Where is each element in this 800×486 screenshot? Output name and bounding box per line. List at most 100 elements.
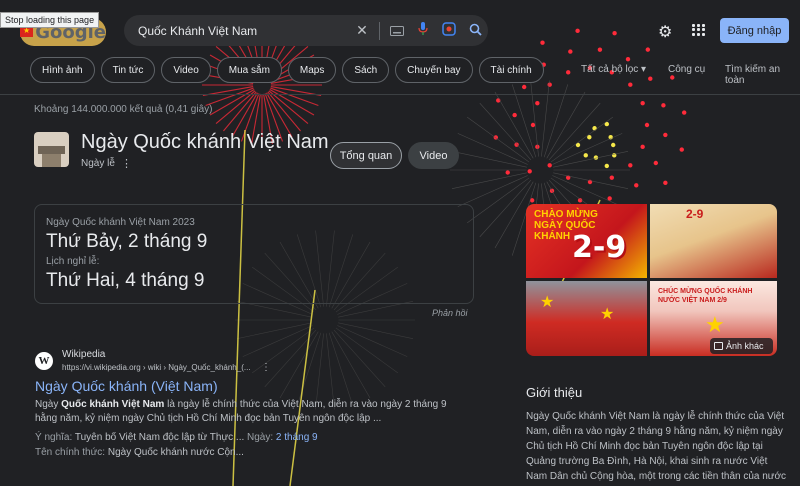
firework-spark [628,82,633,87]
search-box[interactable]: Quốc Khánh Việt Nam ✕ [124,15,488,46]
search-filter-chips: Hình ảnh Tin tức Video Mua sắm Maps Sách… [30,57,544,83]
firework-spark [521,84,527,90]
result-title-link[interactable]: Ngày Quốc khánh (Việt Nam) [35,378,218,394]
firework-spark [644,122,650,128]
firework-ray [552,133,623,165]
safe-search-button[interactable]: Tìm kiếm an toàn [725,64,800,86]
search-icon[interactable] [462,23,488,39]
holiday-date-value: Thứ Bảy, 2 tháng 9 [46,231,208,252]
firework-spark [565,70,571,75]
firework-spark [679,147,684,152]
chip-images[interactable]: Hình ảnh [30,57,95,83]
gear-icon[interactable]: ⚙ [658,22,672,42]
wikipedia-icon: W [35,352,53,370]
firework-spark [640,144,645,150]
close-icon[interactable]: ✕ [349,22,375,39]
feedback-link[interactable]: Phản hồi [432,308,468,318]
entity-thumbnail[interactable] [34,132,69,167]
firework-spark [625,56,631,62]
lens-icon[interactable] [436,22,462,39]
signin-button[interactable]: Đăng nhập [720,18,789,43]
chip-books[interactable]: Sách [342,57,390,83]
firework-spark [577,198,583,203]
firework-ray [457,133,528,165]
all-filters-button[interactable]: Tất cả bộ lọc ▾ [581,64,646,75]
result-more-icon[interactable]: ⋮ [261,362,271,373]
firework-ray [279,331,319,399]
apps-grid-icon[interactable] [692,24,705,36]
firework-ray [296,332,322,406]
chevron-down-icon: ▾ [641,64,647,75]
chip-finance[interactable]: Tài chính [478,57,544,83]
firework-spark [575,28,580,34]
firework-ray [541,80,550,157]
image-1-number: 2-9 [572,230,627,265]
firework-ray [205,87,254,107]
result-official-name: Tên chính thức: Ngày Quốc khánh nước Cộn… [35,447,244,458]
snippet-highlight: Quốc khánh Việt Nam [61,399,165,410]
chip-shopping[interactable]: Mua sắm [216,57,282,83]
firework-spark [653,160,659,166]
firework-spark [547,163,552,168]
holiday-image-2[interactable] [650,204,777,278]
firework-spark [607,196,612,201]
firework-ray [511,84,537,158]
firework-ray [333,329,386,388]
more-images-button[interactable]: Ảnh khác [710,338,773,354]
firework-ray [479,179,532,238]
tools-button[interactable]: Công cụ [668,64,705,75]
firework-spark [661,103,666,108]
tab-overview[interactable]: Tổng quan [330,142,402,169]
firework-spark [648,76,653,81]
keyboard-icon[interactable] [384,23,410,39]
firework-ray [457,175,528,207]
tab-video[interactable]: Video [408,142,459,169]
image-2-number: 2-9 [686,207,704,221]
firework-spark [535,144,540,150]
firework-ray [268,90,309,124]
chip-maps[interactable]: Maps [287,57,337,83]
entity-title: Ngày Quốc khánh Việt Nam [81,131,329,153]
snippet-pre: Ngày [35,399,62,410]
result-site-name[interactable]: Wikipedia [62,349,105,360]
firework-ray [328,332,354,406]
day-value-link[interactable]: 2 tháng 9 [276,432,318,443]
image-4-caption: CHÚC MỪNG QUỐC KHÁNH NƯỚC VIỆT NAM 2/9 [658,288,753,304]
firework-spark [645,47,651,52]
firework-ray [337,325,408,357]
official-label: Tên chính thức: [35,447,106,458]
firework-ray [467,116,530,163]
search-divider [379,21,380,40]
day-off-label: Lịch nghỉ lễ: [46,256,100,267]
firework-spark [512,112,517,118]
search-input[interactable]: Quốc Khánh Việt Nam [138,24,349,38]
firework-ray [553,172,629,190]
firework-spark [514,142,519,147]
firework-spark [547,82,552,87]
result-snippet: Ngày Quốc khánh Việt Nam là ngày lễ chín… [35,398,455,426]
official-value[interactable]: Ngày Quốc khánh nước Cộn... [108,447,244,458]
chip-video[interactable]: Video [161,57,211,83]
chip-news[interactable]: Tin tức [100,57,156,83]
firework-spark [575,142,581,148]
image-icon [714,342,723,350]
firework-ray [335,327,398,374]
vietnam-flag-icon [20,26,34,37]
meaning-value[interactable]: Tuyên bố Việt Nam độc lập từ Thực ... [75,432,244,443]
chip-flights[interactable]: Chuyến bay [395,57,473,83]
star-icon: ★ [705,312,725,337]
firework-spark [611,142,616,148]
firework-spark [493,135,499,140]
firework-ray [548,102,601,161]
firework-spark [597,47,603,52]
result-url[interactable]: https://vi.wikipedia.org › wiki › Ngày_Q… [62,363,251,372]
more-options-icon[interactable]: ⋮ [121,157,132,170]
firework-ray [267,91,301,132]
firework-ray [530,80,539,157]
flag-star-icon: ★ [600,306,615,323]
firework-spark [540,40,545,45]
result-day: Ngày: 2 tháng 9 [247,432,318,443]
microphone-icon[interactable] [410,22,436,39]
intro-heading: Giới thiệu [526,385,583,400]
firework-ray [215,90,256,124]
